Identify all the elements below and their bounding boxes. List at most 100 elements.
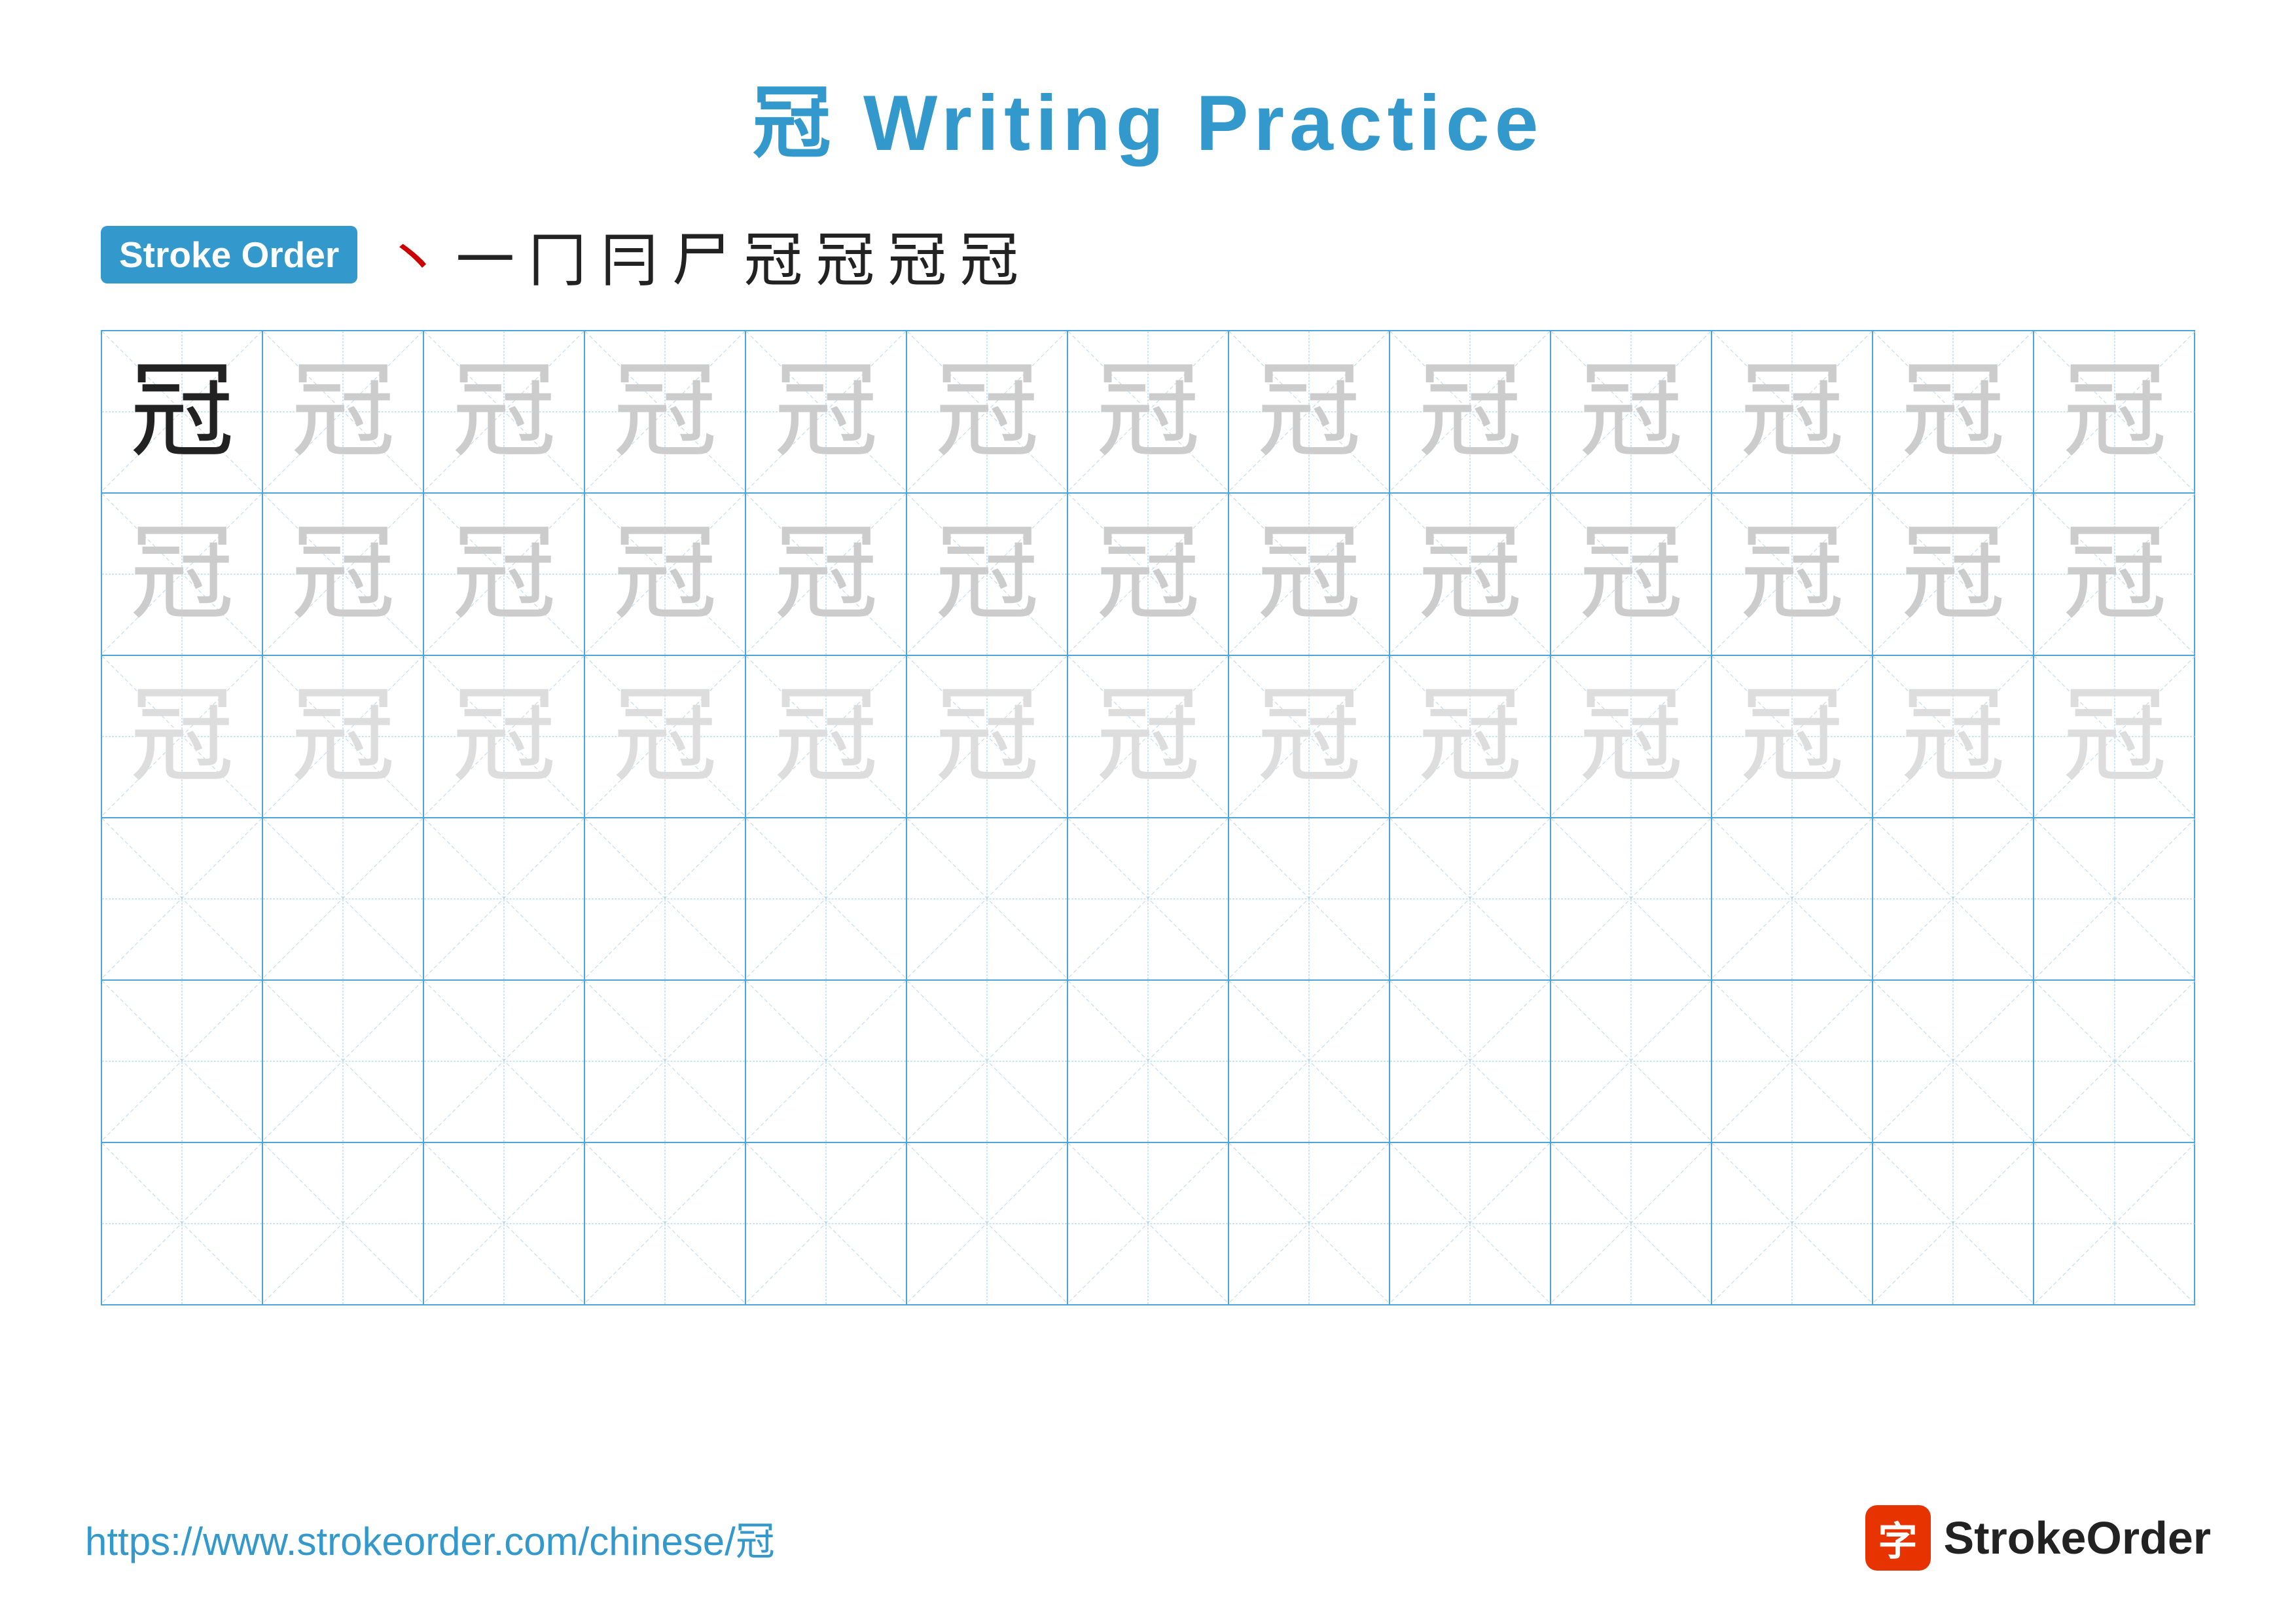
grid-cell-2-3[interactable]: 冠	[424, 494, 585, 655]
grid-cell-2-5[interactable]: 冠	[746, 494, 907, 655]
grid-cell-2-4[interactable]: 冠	[585, 494, 746, 655]
grid-cell-1-7[interactable]: 冠	[1068, 331, 1229, 492]
grid-cell-4-9[interactable]	[1390, 818, 1551, 979]
grid-cell-1-13[interactable]: 冠	[2034, 331, 2195, 492]
grid-cell-1-6[interactable]: 冠	[907, 331, 1068, 492]
char-very-light: 冠	[1096, 684, 1200, 789]
char-very-light: 冠	[1418, 684, 1522, 789]
grid-cell-1-11[interactable]: 冠	[1712, 331, 1873, 492]
grid-cell-2-8[interactable]: 冠	[1229, 494, 1390, 655]
char-light: 冠	[613, 522, 717, 627]
grid-cell-3-9[interactable]: 冠	[1390, 656, 1551, 817]
grid-cell-5-13[interactable]	[2034, 981, 2195, 1142]
grid-cell-5-2[interactable]	[263, 981, 424, 1142]
grid-cell-5-11[interactable]	[1712, 981, 1873, 1142]
grid-cell-3-3[interactable]: 冠	[424, 656, 585, 817]
char-dark: 冠	[130, 359, 234, 464]
grid-cell-5-3[interactable]	[424, 981, 585, 1142]
grid-cell-1-10[interactable]: 冠	[1551, 331, 1712, 492]
grid-cell-2-7[interactable]: 冠	[1068, 494, 1229, 655]
char-light: 冠	[291, 522, 395, 627]
grid-cell-3-4[interactable]: 冠	[585, 656, 746, 817]
grid-cell-6-12[interactable]	[1873, 1143, 2034, 1304]
grid-cell-6-5[interactable]	[746, 1143, 907, 1304]
grid-cell-5-7[interactable]	[1068, 981, 1229, 1142]
grid-cell-4-3[interactable]	[424, 818, 585, 979]
grid-cell-5-8[interactable]	[1229, 981, 1390, 1142]
stroke-8: 冠	[888, 212, 946, 297]
grid-cell-4-2[interactable]	[263, 818, 424, 979]
grid-cell-3-11[interactable]: 冠	[1712, 656, 1873, 817]
char-light: 冠	[1901, 359, 2005, 464]
grid-cell-3-5[interactable]: 冠	[746, 656, 907, 817]
grid-cell-6-4[interactable]	[585, 1143, 746, 1304]
grid-cell-5-10[interactable]	[1551, 981, 1712, 1142]
grid-cell-6-2[interactable]	[263, 1143, 424, 1304]
char-light: 冠	[774, 359, 878, 464]
grid-cell-6-11[interactable]	[1712, 1143, 1873, 1304]
title-chinese: 冠	[753, 79, 836, 167]
grid-cell-3-12[interactable]: 冠	[1873, 656, 2034, 817]
grid-cell-4-10[interactable]	[1551, 818, 1712, 979]
title-english: Writing Practice	[836, 79, 1544, 167]
grid-cell-4-7[interactable]	[1068, 818, 1229, 979]
grid-cell-5-1[interactable]	[102, 981, 263, 1142]
grid-cell-2-6[interactable]: 冠	[907, 494, 1068, 655]
grid-cell-3-7[interactable]: 冠	[1068, 656, 1229, 817]
footer-url[interactable]: https://www.strokeorder.com/chinese/冠	[85, 1510, 775, 1567]
grid-cell-4-12[interactable]	[1873, 818, 2034, 979]
grid-cell-6-10[interactable]	[1551, 1143, 1712, 1304]
char-light: 冠	[613, 359, 717, 464]
grid-cell-1-8[interactable]: 冠	[1229, 331, 1390, 492]
grid-cell-6-1[interactable]	[102, 1143, 263, 1304]
stroke-sequence: 丶 一 冂 冃 尸 冠 冠 冠 冠	[384, 212, 1018, 297]
grid-cell-4-5[interactable]	[746, 818, 907, 979]
grid-cell-1-12[interactable]: 冠	[1873, 331, 2034, 492]
grid-cell-1-5[interactable]: 冠	[746, 331, 907, 492]
grid-cell-1-4[interactable]: 冠	[585, 331, 746, 492]
page: 冠 Writing Practice Stroke Order 丶 一 冂 冃 …	[0, 0, 2296, 1623]
grid-cell-5-5[interactable]	[746, 981, 907, 1142]
grid-cell-3-2[interactable]: 冠	[263, 656, 424, 817]
practice-grid: 冠 冠 冠 冠	[101, 330, 2195, 1305]
grid-cell-4-8[interactable]	[1229, 818, 1390, 979]
grid-cell-5-4[interactable]	[585, 981, 746, 1142]
footer-logo-char: 字	[1878, 1510, 1918, 1567]
grid-cell-2-12[interactable]: 冠	[1873, 494, 2034, 655]
char-light: 冠	[1418, 359, 1522, 464]
grid-cell-3-10[interactable]: 冠	[1551, 656, 1712, 817]
grid-cell-4-6[interactable]	[907, 818, 1068, 979]
grid-cell-3-8[interactable]: 冠	[1229, 656, 1390, 817]
grid-cell-5-6[interactable]	[907, 981, 1068, 1142]
grid-row-1: 冠 冠 冠 冠	[102, 331, 2194, 494]
grid-cell-6-8[interactable]	[1229, 1143, 1390, 1304]
grid-cell-1-9[interactable]: 冠	[1390, 331, 1551, 492]
grid-cell-3-1[interactable]: 冠	[102, 656, 263, 817]
grid-cell-4-11[interactable]	[1712, 818, 1873, 979]
grid-cell-3-6[interactable]: 冠	[907, 656, 1068, 817]
grid-cell-2-11[interactable]: 冠	[1712, 494, 1873, 655]
grid-cell-1-1[interactable]: 冠	[102, 331, 263, 492]
footer-brand: 字 StrokeOrder	[1865, 1505, 2211, 1571]
grid-cell-6-13[interactable]	[2034, 1143, 2195, 1304]
grid-cell-5-12[interactable]	[1873, 981, 2034, 1142]
grid-cell-6-9[interactable]	[1390, 1143, 1551, 1304]
grid-cell-1-2[interactable]: 冠	[263, 331, 424, 492]
grid-cell-4-4[interactable]	[585, 818, 746, 979]
page-title: 冠 Writing Practice	[753, 59, 1544, 173]
grid-cell-4-1[interactable]	[102, 818, 263, 979]
grid-cell-2-9[interactable]: 冠	[1390, 494, 1551, 655]
grid-cell-1-3[interactable]: 冠	[424, 331, 585, 492]
grid-cell-4-13[interactable]	[2034, 818, 2195, 979]
grid-cell-2-13[interactable]: 冠	[2034, 494, 2195, 655]
grid-cell-6-7[interactable]	[1068, 1143, 1229, 1304]
grid-cell-2-10[interactable]: 冠	[1551, 494, 1712, 655]
grid-cell-2-2[interactable]: 冠	[263, 494, 424, 655]
char-very-light: 冠	[613, 684, 717, 789]
grid-cell-2-1[interactable]: 冠	[102, 494, 263, 655]
grid-cell-6-6[interactable]	[907, 1143, 1068, 1304]
grid-cell-6-3[interactable]	[424, 1143, 585, 1304]
grid-cell-5-9[interactable]	[1390, 981, 1551, 1142]
grid-cell-3-13[interactable]: 冠	[2034, 656, 2195, 817]
char-very-light: 冠	[1257, 684, 1361, 789]
